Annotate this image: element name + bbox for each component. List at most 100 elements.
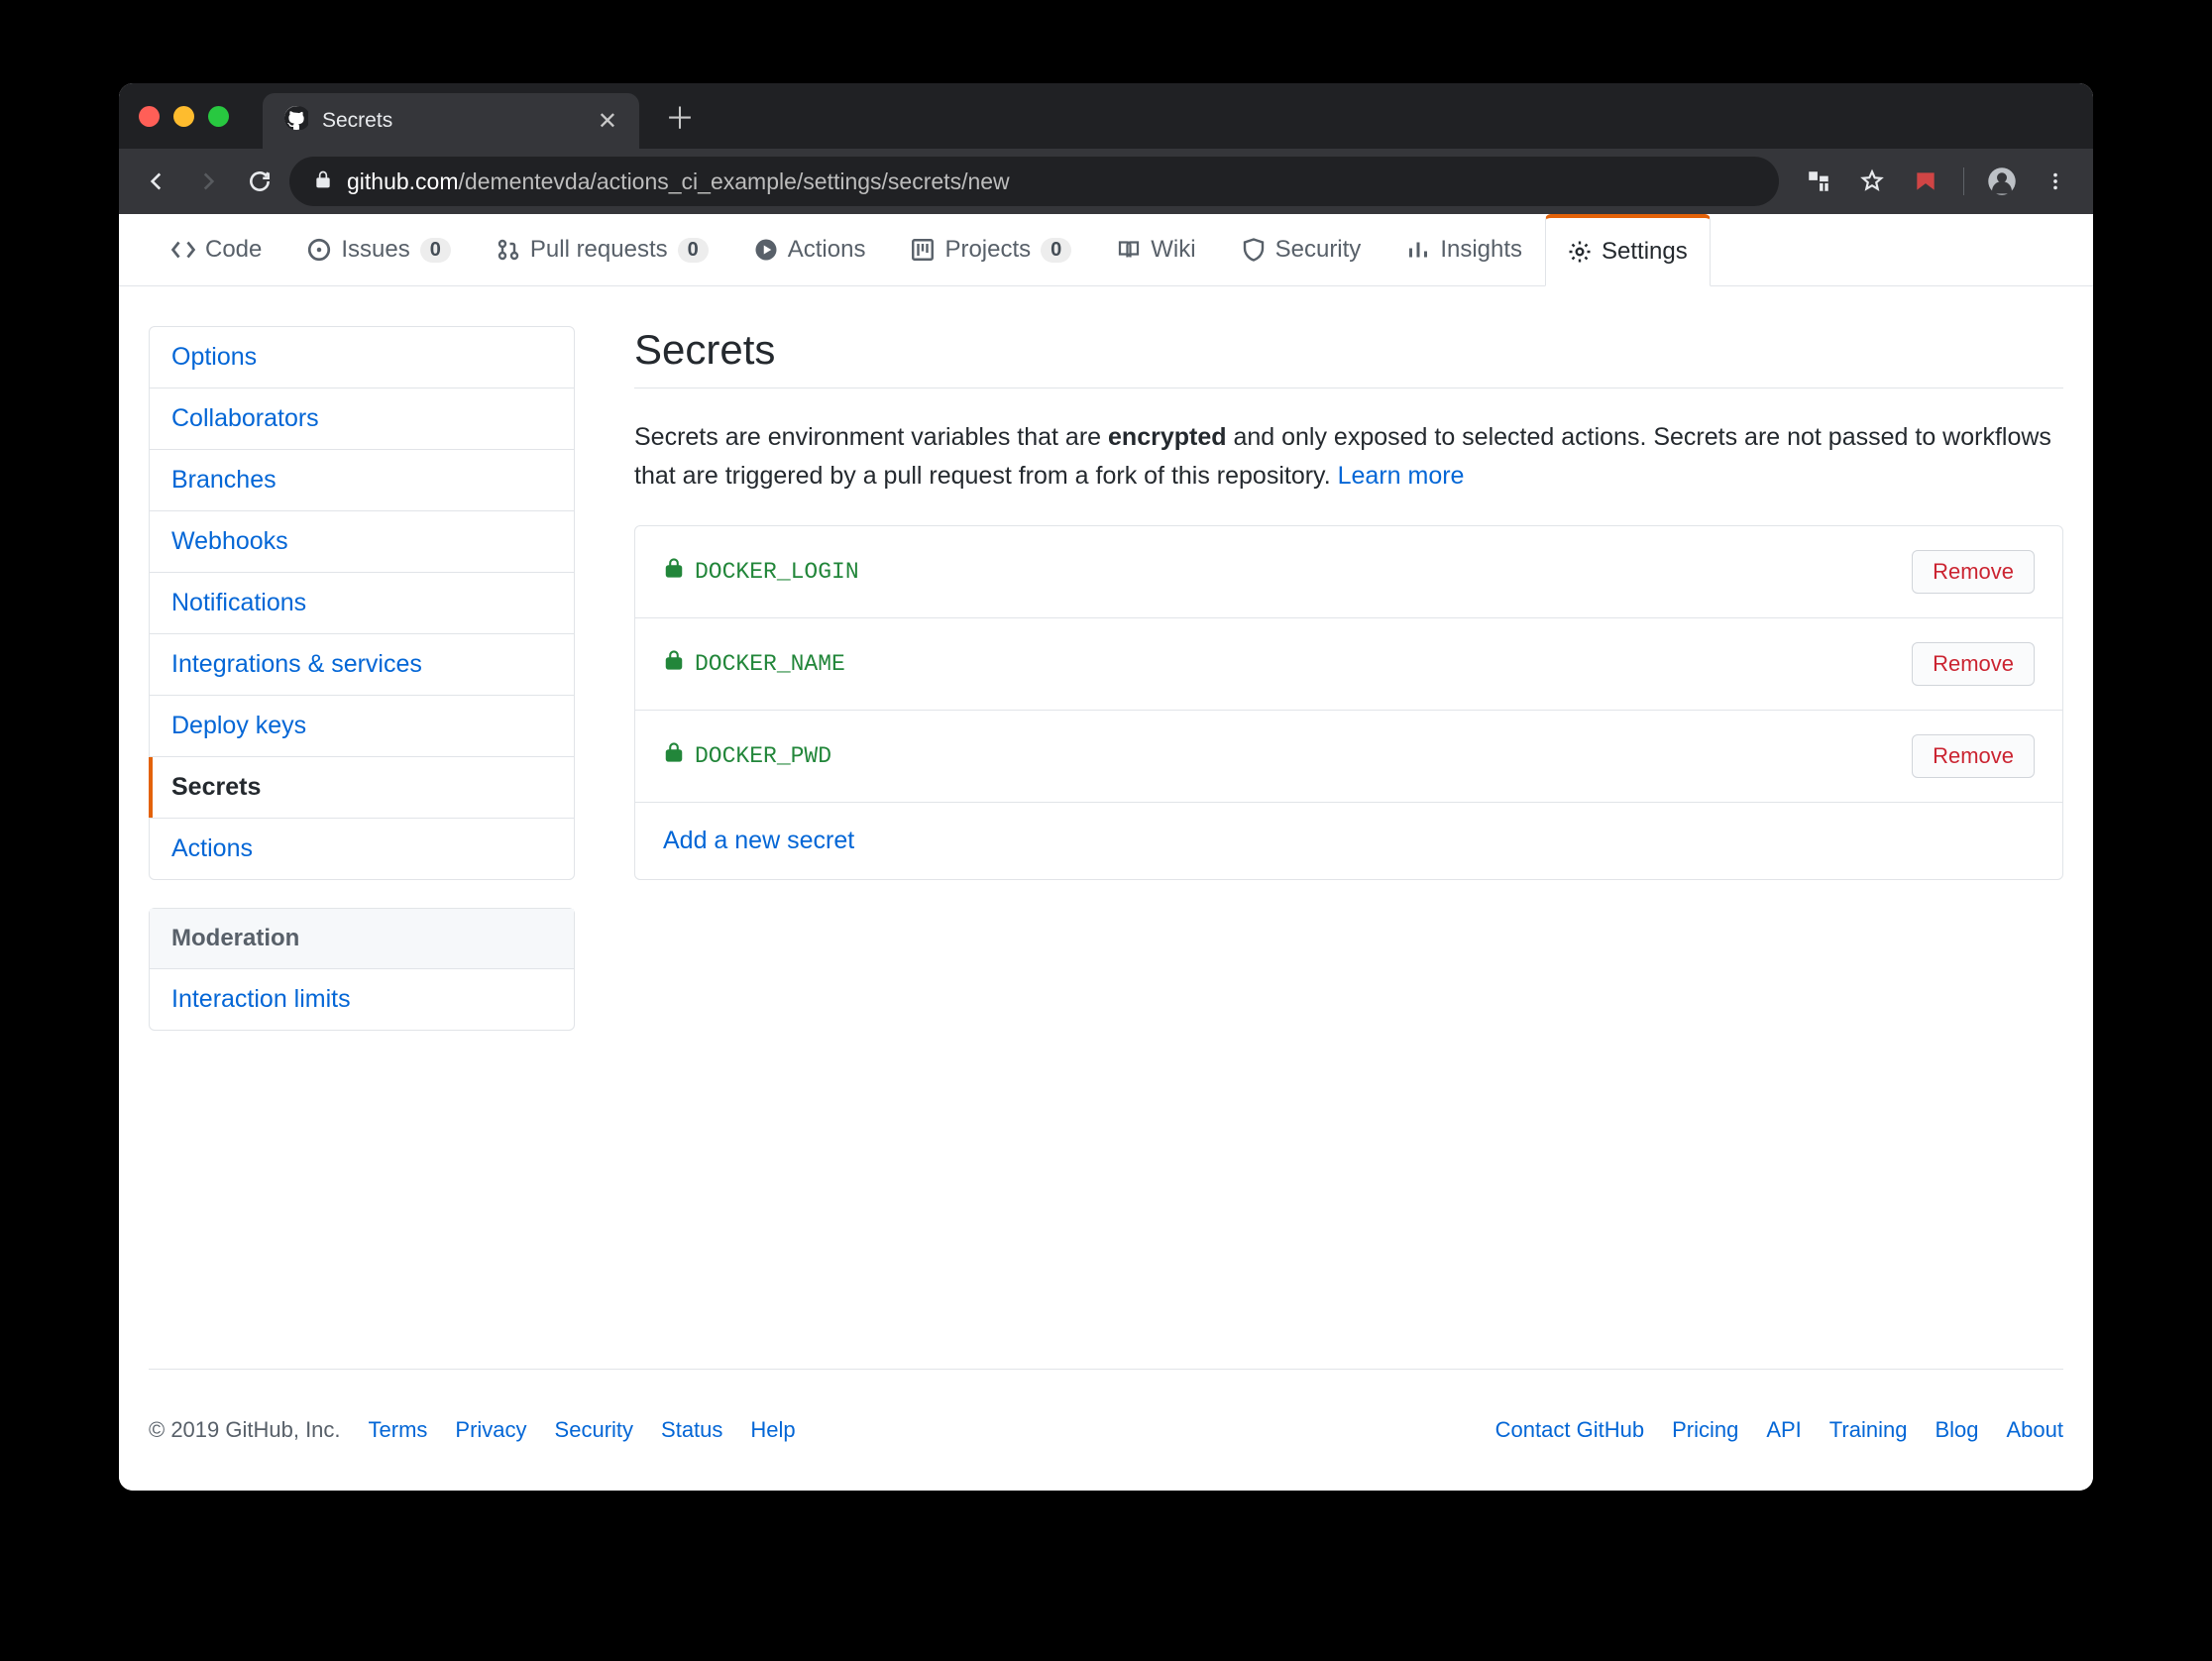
- sidebar-item-notifications[interactable]: Notifications: [150, 573, 574, 634]
- browser-window: Secrets ✕ ＋ github.com/dementevda/action…: [119, 83, 2093, 1491]
- shield-icon: [1242, 238, 1266, 262]
- main-content: Secrets Secrets are environment variable…: [634, 326, 2063, 1309]
- footer-link-about[interactable]: About: [2007, 1417, 2064, 1443]
- learn-more-link[interactable]: Learn more: [1338, 462, 1465, 490]
- github-favicon-icon: [284, 106, 308, 136]
- kebab-menu-icon[interactable]: [2034, 160, 2077, 203]
- close-tab-icon[interactable]: ✕: [598, 107, 617, 136]
- graph-icon: [1406, 238, 1430, 262]
- sidebar-item-integrations-services[interactable]: Integrations & services: [150, 634, 574, 696]
- remove-secret-button[interactable]: Remove: [1912, 550, 2035, 594]
- toolbar: github.com/dementevda/actions_ci_example…: [119, 149, 2093, 214]
- sidebar-item-actions[interactable]: Actions: [150, 819, 574, 879]
- browser-tab[interactable]: Secrets ✕: [263, 93, 639, 149]
- minimize-window-button[interactable]: [173, 106, 194, 127]
- address-bar[interactable]: github.com/dementevda/actions_ci_example…: [289, 157, 1779, 206]
- footer-link-pricing[interactable]: Pricing: [1672, 1417, 1738, 1443]
- project-icon: [911, 238, 935, 262]
- footer: © 2019 GitHub, Inc.TermsPrivacySecurityS…: [149, 1369, 2063, 1491]
- lock-icon: [663, 557, 685, 586]
- secret-row: DOCKER_LOGIN Remove: [635, 526, 2062, 618]
- reponav-label: Issues: [341, 236, 409, 264]
- moderation-header: Moderation: [150, 909, 574, 969]
- profile-avatar-icon[interactable]: [1980, 160, 2024, 203]
- reponav-label: Projects: [944, 236, 1031, 264]
- reponav-settings[interactable]: Settings: [1545, 214, 1711, 286]
- footer-link-contact-github[interactable]: Contact GitHub: [1495, 1417, 1644, 1443]
- settings-menu: OptionsCollaboratorsBranchesWebhooksNoti…: [149, 326, 575, 880]
- reponav-label: Insights: [1440, 236, 1522, 264]
- forward-button[interactable]: [186, 160, 230, 203]
- reponav-wiki[interactable]: Wiki: [1094, 214, 1218, 285]
- footer-link-privacy[interactable]: Privacy: [455, 1417, 526, 1443]
- reponav-label: Security: [1275, 236, 1362, 264]
- footer-link-blog[interactable]: Blog: [1935, 1417, 1978, 1443]
- moderation-menu: ModerationInteraction limits: [149, 908, 575, 1031]
- reponav-label: Actions: [788, 236, 866, 264]
- reponav-label: Code: [205, 236, 262, 264]
- remove-secret-button[interactable]: Remove: [1912, 642, 2035, 686]
- footer-link-training[interactable]: Training: [1829, 1417, 1908, 1443]
- footer-link-status[interactable]: Status: [661, 1417, 722, 1443]
- settings-sidebar: OptionsCollaboratorsBranchesWebhooksNoti…: [149, 326, 575, 1309]
- code-icon: [171, 238, 195, 262]
- toolbar-right: [1797, 160, 2077, 203]
- reponav-insights[interactable]: Insights: [1383, 214, 1545, 285]
- footer-link-security[interactable]: Security: [555, 1417, 633, 1443]
- secrets-list: DOCKER_LOGINRemoveDOCKER_NAMERemoveDOCKE…: [634, 525, 2063, 880]
- back-button[interactable]: [135, 160, 178, 203]
- page-body: OptionsCollaboratorsBranchesWebhooksNoti…: [119, 286, 2093, 1369]
- titlebar: Secrets ✕ ＋: [119, 83, 2093, 149]
- bookmark-star-icon[interactable]: [1850, 160, 1894, 203]
- reponav-pull-requests[interactable]: Pull requests0: [474, 214, 731, 285]
- reponav-counter: 0: [1041, 238, 1071, 263]
- secret-name: DOCKER_LOGIN: [663, 557, 859, 586]
- sidebar-item-collaborators[interactable]: Collaborators: [150, 388, 574, 450]
- reponav-counter: 0: [678, 238, 709, 263]
- lock-icon: [663, 649, 685, 678]
- reponav-label: Wiki: [1151, 236, 1195, 264]
- pr-icon: [497, 238, 520, 262]
- sidebar-item-options[interactable]: Options: [150, 327, 574, 388]
- new-tab-button[interactable]: ＋: [665, 94, 695, 138]
- sidebar-item-interaction-limits[interactable]: Interaction limits: [150, 969, 574, 1030]
- sidebar-item-secrets[interactable]: Secrets: [150, 757, 574, 819]
- translate-icon[interactable]: [1797, 160, 1840, 203]
- reponav-issues[interactable]: Issues 0: [284, 214, 474, 285]
- footer-link-terms[interactable]: Terms: [369, 1417, 428, 1443]
- toolbar-divider: [1963, 167, 1964, 195]
- window-controls: [139, 83, 229, 149]
- secrets-description: Secrets are environment variables that a…: [634, 418, 2063, 496]
- add-secret-row: Add a new secret: [635, 803, 2062, 879]
- reponav-actions[interactable]: Actions: [731, 214, 889, 285]
- issue-icon: [307, 238, 331, 262]
- close-window-button[interactable]: [139, 106, 160, 127]
- secret-name: DOCKER_PWD: [663, 741, 831, 770]
- reponav-counter: 0: [420, 238, 451, 263]
- page: CodeIssues0Pull requests0ActionsProjects…: [119, 214, 2093, 1491]
- extension-icon[interactable]: [1904, 160, 1947, 203]
- footer-link-help[interactable]: Help: [750, 1417, 795, 1443]
- maximize-window-button[interactable]: [208, 106, 229, 127]
- secret-row: DOCKER_NAME Remove: [635, 618, 2062, 711]
- page-title: Secrets: [634, 326, 2063, 388]
- sidebar-item-webhooks[interactable]: Webhooks: [150, 511, 574, 573]
- remove-secret-button[interactable]: Remove: [1912, 734, 2035, 778]
- secret-row: DOCKER_PWD Remove: [635, 711, 2062, 803]
- reponav-projects[interactable]: Projects 0: [888, 214, 1094, 285]
- secret-name: DOCKER_NAME: [663, 649, 845, 678]
- sidebar-item-branches[interactable]: Branches: [150, 450, 574, 511]
- url-text: github.com/dementevda/actions_ci_example…: [347, 168, 1010, 195]
- reponav-security[interactable]: Security: [1219, 214, 1384, 285]
- sidebar-item-deploy-keys[interactable]: Deploy keys: [150, 696, 574, 757]
- tab-title: Secrets: [322, 109, 392, 133]
- gear-icon: [1568, 240, 1592, 264]
- play-icon: [754, 238, 778, 262]
- footer-link-api[interactable]: API: [1766, 1417, 1801, 1443]
- reponav-label: Settings: [1602, 238, 1688, 266]
- reload-button[interactable]: [238, 160, 281, 203]
- add-secret-link[interactable]: Add a new secret: [663, 827, 854, 855]
- repo-nav: CodeIssues0Pull requests0ActionsProjects…: [119, 214, 2093, 286]
- reponav-code[interactable]: Code: [149, 214, 284, 285]
- lock-icon: [663, 741, 685, 770]
